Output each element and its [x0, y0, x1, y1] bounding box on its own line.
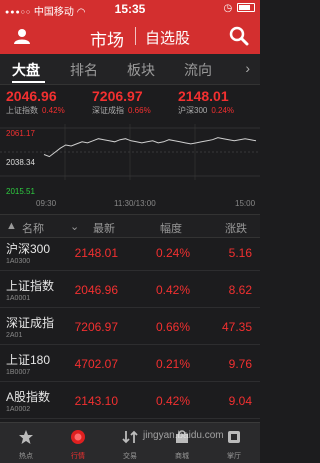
table-row[interactable]: 深证成指 2A01 7206.97 0.66% 47.35 — [0, 311, 260, 345]
row-price: 7206.97 — [74, 320, 118, 334]
row-name: 沪深300 — [6, 242, 51, 256]
row-name: 上证180 — [6, 353, 51, 367]
nav-label: 交易 — [123, 453, 137, 460]
row-change: 8.62 — [228, 283, 252, 297]
tab-watchlist-title[interactable]: 自选股 — [145, 27, 190, 48]
market-tabs: 大盘 排名 板块 流向 › — [0, 54, 260, 85]
row-name: A股指数 — [6, 390, 51, 404]
chart-high-label: 2061.17 — [6, 129, 35, 138]
row-name: 上证指数 — [6, 279, 55, 293]
row-change: 9.76 — [228, 357, 252, 371]
tab-ranking[interactable]: 排名 — [70, 60, 98, 80]
index-pct: 0.24% — [211, 106, 235, 115]
col-price[interactable]: 最新 — [93, 220, 115, 236]
index-card[interactable]: 2148.01 沪深300 0.24% — [178, 88, 264, 116]
row-change: 5.16 — [228, 246, 252, 260]
index-pct: 0.66% — [128, 106, 151, 115]
row-price: 2148.01 — [74, 246, 118, 260]
row-code: 1A0300 — [6, 258, 31, 265]
col-pct[interactable]: 幅度 — [160, 220, 182, 236]
chart-time-mid: 11:30/13:00 — [114, 199, 156, 208]
clock-icon: ◷ — [223, 3, 233, 14]
app-header: 市场 自选股 — [0, 18, 260, 54]
tab-sector[interactable]: 板块 — [127, 60, 155, 80]
row-code: 1A0001 — [6, 295, 31, 302]
row-code: 1B0007 — [6, 369, 31, 376]
table-row[interactable]: 上证指数 1A0001 2046.96 0.42% 8.62 — [0, 274, 260, 308]
chevron-right-icon[interactable]: › — [245, 60, 250, 76]
row-price: 2046.96 — [74, 283, 118, 297]
index-name: 上证指数 — [6, 106, 38, 115]
index-value: 7206.97 — [92, 88, 143, 104]
nav-hall[interactable]: 掌厅 — [208, 423, 260, 463]
row-price: 4702.07 — [74, 357, 118, 371]
row-pct: 0.24% — [155, 246, 190, 260]
status-time: 15:35 — [114, 2, 146, 16]
chart-time-end: 15:00 — [235, 199, 256, 208]
index-card[interactable]: 2046.96 上证指数 0.42% — [6, 88, 92, 116]
row-code: 2A01 — [6, 332, 23, 339]
tab-overview[interactable]: 大盘 — [12, 60, 40, 80]
star-icon — [19, 430, 33, 444]
battery-icon — [237, 3, 255, 12]
row-pct: 0.21% — [155, 357, 190, 371]
row-change: 47.35 — [221, 320, 252, 334]
chart-time-start: 09:30 — [36, 199, 57, 208]
chevron-down-icon[interactable]: ⌄ — [70, 220, 79, 233]
market-icon — [71, 430, 85, 444]
tab-flow[interactable]: 流向 — [184, 60, 212, 80]
row-pct: 0.42% — [155, 283, 190, 297]
row-code: 1A0002 — [6, 406, 31, 413]
nav-hot[interactable]: 热点 — [0, 423, 52, 463]
sort-up-icon[interactable]: ▲ — [6, 220, 17, 232]
header-divider — [135, 27, 136, 45]
chart-mid-label: 2038.34 — [6, 158, 35, 167]
intraday-chart[interactable]: 2061.17 2038.34 — [0, 124, 260, 180]
intraday-chart-svg — [0, 124, 260, 180]
status-bar: ●●●○○ 中国移动 ◠ 15:35 ◷ — [0, 0, 260, 18]
status-right: ◷ — [223, 3, 255, 14]
tab-active-indicator — [12, 81, 45, 83]
index-card[interactable]: 7206.97 深证成指 0.66% — [92, 88, 178, 116]
table-header: ▲ 名称 ⌄ 最新 幅度 涨跌 — [0, 214, 260, 238]
nav-mall[interactable]: 商城 — [156, 423, 208, 463]
bottom-nav: 热点 行情 交易 商城 掌厅 — [0, 422, 260, 463]
row-price: 2143.10 — [74, 394, 118, 408]
watermark: jingyan.baidu.com — [143, 430, 224, 441]
hall-icon — [228, 431, 240, 443]
col-change[interactable]: 涨跌 — [225, 220, 247, 236]
nav-market[interactable]: 行情 — [52, 423, 104, 463]
row-name: 深证成指 — [6, 316, 55, 330]
user-icon[interactable] — [13, 27, 31, 45]
index-value: 2046.96 — [6, 88, 57, 104]
table-row[interactable]: 上证180 1B0007 4702.07 0.21% 9.76 — [0, 348, 260, 382]
row-pct: 0.42% — [155, 394, 190, 408]
table-row[interactable]: 沪深300 1A0300 2148.01 0.24% 5.16 — [0, 237, 260, 271]
col-name[interactable]: 名称 — [22, 220, 44, 236]
trade-icon — [122, 430, 138, 444]
search-icon[interactable] — [229, 26, 249, 46]
chart-low-label: 2015.51 — [6, 187, 35, 196]
row-pct: 0.66% — [155, 320, 190, 334]
nav-label: 掌厅 — [227, 453, 241, 460]
price-line — [43, 137, 257, 158]
index-name: 深证成指 — [92, 106, 124, 115]
nav-label: 热点 — [19, 453, 33, 460]
index-pct: 0.42% — [42, 106, 65, 115]
nav-label: 行情 — [71, 453, 85, 460]
nav-label: 商城 — [175, 453, 189, 460]
tab-market-title[interactable]: 市场 — [90, 26, 124, 51]
nav-trade[interactable]: 交易 — [104, 423, 156, 463]
index-value: 2148.01 — [178, 88, 229, 104]
table-row[interactable]: A股指数 1A0002 2143.10 0.42% 9.04 — [0, 385, 260, 419]
index-name: 沪深300 — [178, 106, 208, 115]
row-change: 9.04 — [228, 394, 252, 408]
